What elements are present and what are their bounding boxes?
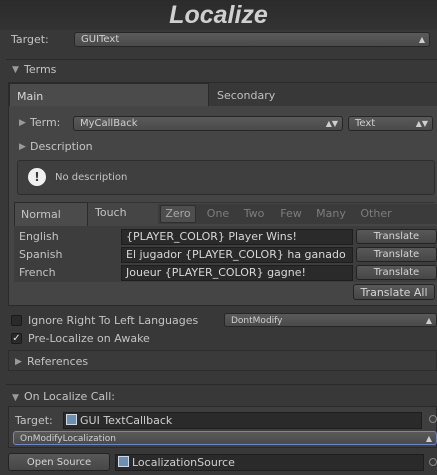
callback-target-value: GUI TextCallback: [80, 414, 173, 427]
language-name: Spanish: [19, 248, 63, 261]
divider: [6, 384, 437, 385]
object-picker-icon[interactable]: [429, 415, 437, 423]
tab-main[interactable]: Main: [9, 83, 209, 106]
callback-method-dropdown[interactable]: OnModifyLocalization ▲︎: [13, 431, 437, 445]
references-label: References: [27, 355, 89, 368]
pre-localize-label: Pre-Localize on Awake: [28, 332, 150, 345]
terms-label: Terms: [24, 63, 57, 76]
foldout-closed-icon[interactable]: ▶︎: [19, 118, 26, 128]
divider: [6, 59, 437, 60]
language-name: English: [19, 230, 59, 243]
term-dropdown-value: MyCallBack: [80, 118, 138, 129]
translate-button[interactable]: Translate: [356, 229, 437, 244]
foldout-closed-icon[interactable]: ▶︎: [15, 357, 22, 367]
translation-field[interactable]: Joueur {PLAYER_COLOR} gagne!: [121, 265, 353, 281]
info-icon: !: [28, 168, 46, 186]
tab-secondary[interactable]: Secondary: [209, 83, 437, 106]
gameobject-icon: [118, 456, 129, 467]
term-label: Term:: [30, 116, 61, 129]
target-dropdown-value: GUIText: [81, 34, 120, 45]
object-picker-icon[interactable]: [429, 458, 437, 466]
tab-secondary-label: Secondary: [217, 89, 276, 102]
gameobject-icon: [66, 414, 77, 425]
foldout-open-icon[interactable]: ▼︎: [12, 65, 19, 75]
pre-localize-checkbox[interactable]: ✓︎: [11, 333, 22, 344]
tab-main-label: Main: [17, 90, 44, 103]
plural-tab-one[interactable]: One: [200, 206, 236, 222]
term-dropdown[interactable]: MyCallBack ▲︎▼︎: [73, 116, 343, 131]
dropdown-arrows-icon: ▲︎: [425, 434, 432, 443]
ignore-rtl-label: Ignore Right To Left Languages: [28, 314, 199, 327]
translation-field[interactable]: {PLAYER_COLOR} Player Wins!: [121, 229, 353, 245]
on-localize-label: On Localize Call:: [24, 390, 115, 403]
term-type-dropdown[interactable]: Text ▲︎▼︎: [348, 116, 433, 131]
plural-tab-other[interactable]: Other: [352, 206, 400, 222]
source-field[interactable]: LocalizationSource: [115, 454, 424, 471]
no-description-text: No description: [55, 172, 128, 183]
dropdown-arrows-icon: ▲︎: [425, 316, 432, 325]
foldout-open-icon[interactable]: ▼︎: [12, 393, 19, 403]
callback-target-field[interactable]: GUI TextCallback: [63, 412, 422, 429]
tab-normal-label: Normal: [21, 208, 61, 221]
tab-touch[interactable]: Touch: [95, 206, 127, 219]
page-title: Localize: [0, 0, 437, 30]
target-dropdown[interactable]: GUIText ▲︎: [74, 32, 430, 47]
callback-target-label: Target:: [15, 414, 53, 427]
term-type-value: Text: [355, 118, 376, 129]
translate-button[interactable]: Translate: [356, 247, 437, 262]
plural-tab-many[interactable]: Many: [310, 206, 352, 222]
dropdown-arrow-icon: ▲︎: [418, 35, 425, 44]
plural-tab-zero[interactable]: Zero: [160, 205, 196, 223]
translate-all-button[interactable]: Translate All: [353, 284, 435, 300]
callback-method-value: OnModifyLocalization: [20, 434, 116, 444]
rtl-mode-dropdown[interactable]: DontModify ▲︎: [224, 313, 437, 327]
tab-normal[interactable]: Normal: [14, 202, 88, 226]
translate-button[interactable]: Translate: [356, 265, 437, 280]
dropdown-arrows-icon: ▲︎▼︎: [325, 119, 338, 128]
language-name: French: [19, 266, 56, 279]
ignore-rtl-checkbox[interactable]: [11, 315, 22, 326]
foldout-closed-icon[interactable]: ▶︎: [19, 142, 26, 152]
plural-tab-few[interactable]: Few: [272, 206, 310, 222]
dropdown-arrows-icon: ▲︎▼︎: [415, 119, 428, 128]
description-label: Description: [30, 140, 93, 153]
rtl-mode-value: DontModify: [231, 316, 283, 326]
source-value: LocalizationSource: [132, 456, 235, 469]
plural-tab-two[interactable]: Two: [236, 206, 272, 222]
open-source-button[interactable]: Open Source: [8, 453, 110, 471]
translation-field[interactable]: El jugador {PLAYER_COLOR} ha ganado: [121, 247, 353, 263]
target-label: Target:: [11, 33, 49, 46]
